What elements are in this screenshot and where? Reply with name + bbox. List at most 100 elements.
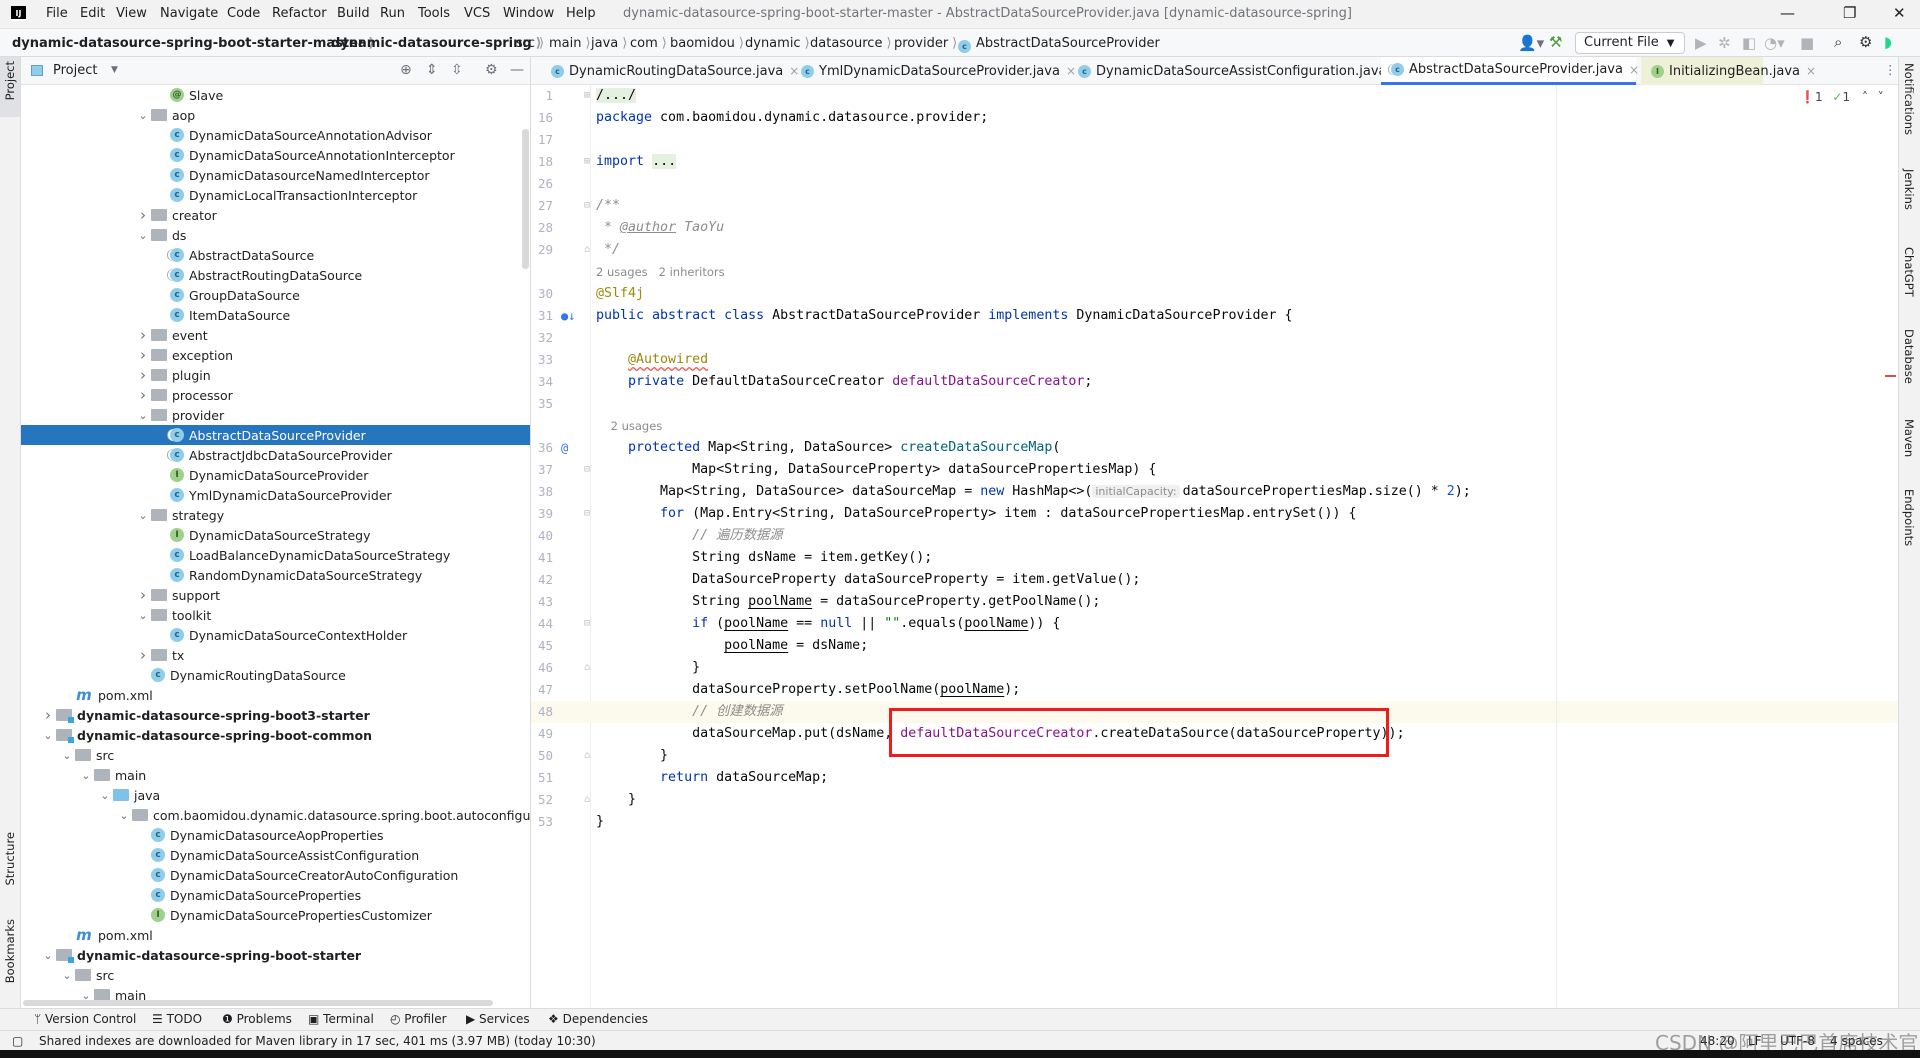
menu-code[interactable]: Code [227,6,260,21]
debug-icon[interactable]: ✲ [1718,34,1731,52]
tree-item[interactable]: c DynamicDataSourceAnnotationInterceptor [21,145,530,165]
code-line[interactable]: 39 ⊟ for (Map.Entry<String, DataSourcePro… [531,503,1898,525]
tree-item[interactable]: c DynamicDataSourceAnnotationAdvisor [21,125,530,145]
override-marker-icon[interactable]: @ [561,437,568,459]
menu-help[interactable]: Help [566,6,596,21]
run-icon[interactable]: ▶ [1695,34,1707,52]
tree-item[interactable]: c DynamicDataSourceProperties [21,885,530,905]
tree-item[interactable]: › dynamic-datasource-spring-boot3-starter [21,705,530,725]
tree-item[interactable]: › tx [21,645,530,665]
chevron-down-icon[interactable]: ▼ [111,65,118,75]
chevron-down-icon[interactable]: ⌄ [135,409,151,422]
tool-problems[interactable]: ❶ Problems [222,1012,292,1026]
status-panel-icon[interactable]: ▢ [12,1034,23,1048]
breadcrumb-item[interactable]: src ⟩ [516,36,544,51]
menu-build[interactable]: Build [337,6,370,21]
menu-navigate[interactable]: Navigate [160,6,218,21]
tool-window-database[interactable]: Database [1902,329,1916,384]
locate-file-icon[interactable]: ⊕ [400,62,412,78]
vertical-scrollbar[interactable] [522,129,529,269]
fold-marker-icon[interactable]: ⌂ [584,239,590,261]
fold-marker-icon[interactable]: ⊟ [584,459,590,481]
tree-item[interactable]: ⌄ provider [21,405,530,425]
chevron-down-icon[interactable]: ⌄ [59,969,75,982]
tree-item[interactable]: c YmlDynamicDataSourceProvider [21,485,530,505]
breadcrumb-item[interactable]: com ⟩ [630,36,667,51]
fold-marker-icon[interactable]: ⊟ [584,503,590,525]
fold-marker-icon[interactable]: ⊞ [584,151,590,173]
tree-item[interactable]: c DynamicDataSourceContextHolder [21,625,530,645]
editor-tab[interactable]: c YmlDynamicDataSourceProvider.java × [791,57,1076,85]
restore-button[interactable]: ❐ [1843,4,1856,22]
tree-item[interactable]: ⌄ java [21,785,530,805]
horizontal-scrollbar[interactable] [23,1000,493,1006]
tree-item[interactable]: c GroupDataSource [21,285,530,305]
breadcrumb-item[interactable]: dynamic ⟩ [745,36,810,51]
tree-item[interactable]: c LoadBalanceDynamicDataSourceStrategy [21,545,530,565]
status-message[interactable]: Shared indexes are downloaded for Maven … [39,1034,596,1048]
code-line[interactable]: 43 String poolName = dataSourceProperty.… [531,591,1898,613]
code-line[interactable]: 26 [531,173,1898,195]
close-tab-icon[interactable]: × [1806,64,1816,78]
stop-icon[interactable]: ■ [1800,34,1814,52]
usages-hint[interactable]: 2 usages 2 inheritors [596,265,725,279]
tool-window-maven[interactable]: Maven [1902,419,1916,457]
tree-item[interactable]: ⌄ dynamic-datasource-spring-boot-common [21,725,530,745]
chevron-down-icon[interactable]: ⌄ [135,509,151,522]
editor-tab[interactable]: I InitializingBean.java × [1641,57,1816,85]
breadcrumb-item[interactable]: dynamic-datasource-spring-boot-starter-m… [12,36,374,51]
code-line[interactable]: 31 ●↓ public abstract class AbstractDataSo… [531,305,1898,327]
tree-item[interactable]: ⌄ main [21,765,530,785]
tool-todo[interactable]: ☰ TODO [152,1012,202,1026]
chevron-down-icon[interactable]: ⌄ [40,949,56,962]
tree-item[interactable]: › creator [21,205,530,225]
tree-item[interactable]: ⌄ com.baomidou.dynamic.datasource.spring.… [21,805,530,825]
fold-marker-icon[interactable]: ⊞ [584,85,590,107]
code-line[interactable]: 17 [531,129,1898,151]
code-line[interactable]: 51 return dataSourceMap; [531,767,1898,789]
code-line[interactable]: 36 @ protected Map<String, DataSource> cr… [531,437,1898,459]
code-line[interactable]: 53} [531,811,1898,833]
tool-window-structure[interactable]: Structure [3,832,17,886]
tool-window-chatgpt[interactable]: ChatGPT [1902,247,1916,297]
tree-item[interactable]: m pom.xml [21,685,530,705]
code-line[interactable]: 41 String dsName = item.getKey(); [531,547,1898,569]
tool-terminal[interactable]: ▣ Terminal [308,1012,374,1026]
tree-item[interactable]: c DynamicLocalTransactionInterceptor [21,185,530,205]
code-line[interactable]: 47 dataSourceProperty.setPoolName(poolNa… [531,679,1898,701]
editor-tab[interactable]: c DynamicRoutingDataSource.java × [541,57,799,85]
project-view-title[interactable]: Project [53,63,97,78]
ai-assistant-icon[interactable]: ◗ [1884,33,1892,51]
breadcrumb-item[interactable]: main ⟩ [549,36,591,51]
chevron-down-icon[interactable]: ⌄ [135,109,151,122]
collapse-all-icon[interactable]: ⇳ [451,62,463,78]
fold-marker-icon[interactable]: ⊟ [584,613,590,635]
settings-gear-icon[interactable]: ⚙ [485,62,498,78]
more-tabs-icon[interactable]: ⋮ [1884,62,1897,77]
fold-marker-icon[interactable]: ⌂ [584,657,590,679]
vcs-user-icon[interactable]: 👤▾ [1518,34,1544,52]
code-line[interactable]: 29 ⌂ */ [531,239,1898,261]
tree-item[interactable]: c AbstractJdbcDataSourceProvider [21,445,530,465]
code-line[interactable]: 45 poolName = dsName; [531,635,1898,657]
code-line[interactable]: 37 ⊟ Map<String, DataSourceProperty> data… [531,459,1898,481]
tree-item[interactable]: c RandomDynamicDataSourceStrategy [21,565,530,585]
run-configuration-dropdown[interactable]: Current File ▼ [1575,32,1685,54]
tree-item[interactable]: I DynamicDataSourcePropertiesCustomizer [21,905,530,925]
tree-item[interactable]: I DynamicDataSourceProvider [21,465,530,485]
inspection-widget[interactable]: ❗1 ✓1 ˄ ˅ [1800,90,1884,104]
menu-run[interactable]: Run [380,6,405,21]
hide-panel-icon[interactable]: — [510,62,524,78]
tool-profiler[interactable]: ◴ Profiler [390,1012,447,1026]
breadcrumb-item[interactable]: provider ⟩ [894,36,957,51]
editor-tab[interactable]: c DynamicDataSourceAssistConfiguration.ja… [1068,57,1403,85]
tree-item[interactable]: ⌄ ds [21,225,530,245]
code-line[interactable]: 30 @Slf4j [531,283,1898,305]
chevron-down-icon[interactable]: ⌄ [135,609,151,622]
chevron-down-icon[interactable]: ⌄ [116,809,132,822]
implemented-marker-icon[interactable]: ●↓ [561,305,575,327]
next-highlight-icon[interactable]: ˅ [1878,90,1884,104]
breadcrumb-item[interactable]: baomidou ⟩ [670,36,744,51]
chevron-right-icon[interactable]: › [135,366,151,384]
tree-item[interactable]: c DynamicDataSourceCreatorAutoConfigurati… [21,865,530,885]
